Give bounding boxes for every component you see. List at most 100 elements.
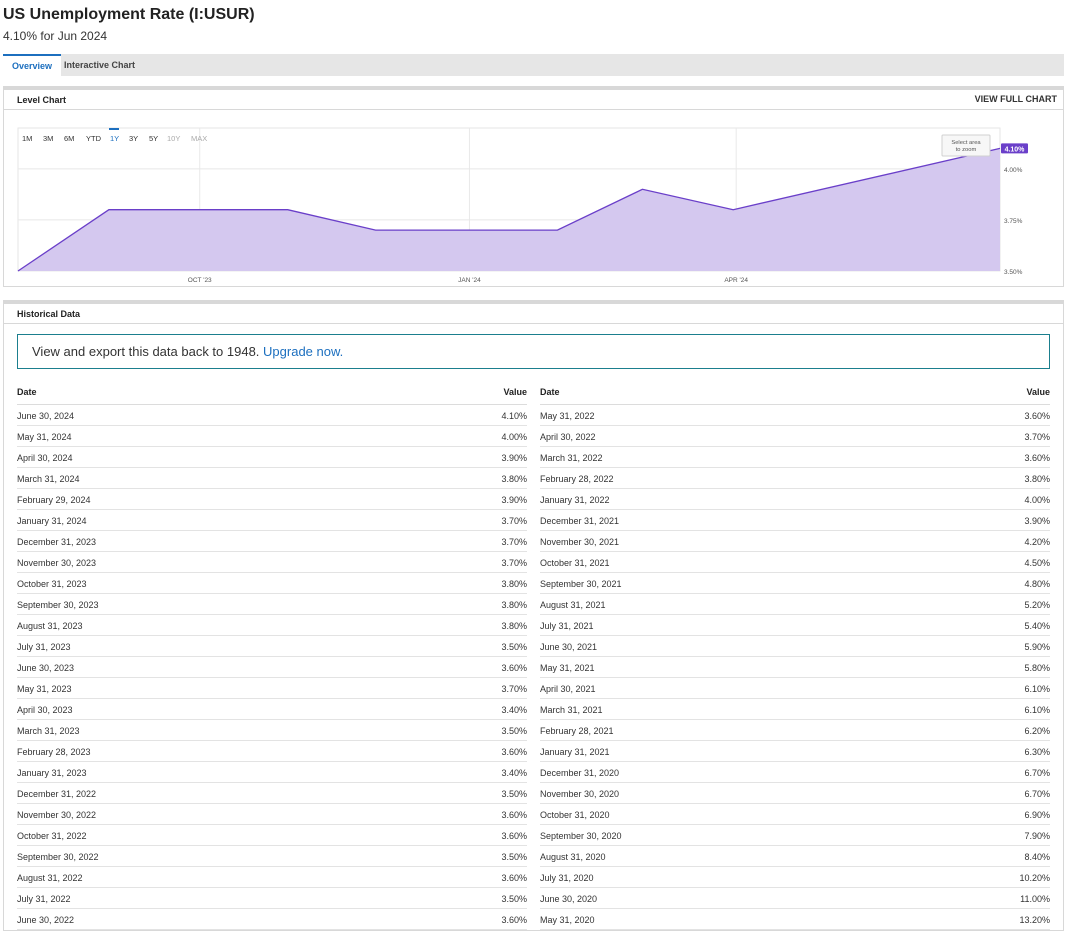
level-chart-header: Level Chart VIEW FULL CHART <box>4 90 1063 110</box>
table-row: November 30, 2023 3.70% <box>17 552 527 573</box>
value-column-header: Value <box>1026 387 1050 397</box>
tab-overview[interactable]: Overview <box>3 54 62 76</box>
row-date: January 31, 2022 <box>540 495 610 505</box>
row-date: April 30, 2021 <box>540 684 596 694</box>
x-tick-label: OCT '23 <box>188 277 212 284</box>
row-value: 3.60% <box>501 831 527 841</box>
level-chart-title: Level Chart <box>17 95 67 105</box>
table-row: October 31, 2023 3.80% <box>17 573 527 594</box>
row-date: December 31, 2022 <box>17 789 97 799</box>
row-value: 4.10% <box>501 411 527 421</box>
upgrade-link[interactable]: Upgrade now. <box>263 344 343 359</box>
level-chart-panel: Level Chart VIEW FULL CHART 3.50% 3.75% 4.… <box>3 86 1064 287</box>
row-value: 3.70% <box>501 684 527 694</box>
row-value: 3.80% <box>501 600 527 610</box>
range-button-1y[interactable]: 1Y <box>110 134 119 143</box>
x-tick-label: JAN '24 <box>458 277 481 284</box>
table-row: June 30, 2023 3.60% <box>17 657 527 678</box>
table-row: February 29, 2024 3.90% <box>17 489 527 510</box>
row-date: December 31, 2020 <box>540 768 620 778</box>
row-value: 3.70% <box>501 516 527 526</box>
row-value: 3.90% <box>1024 516 1050 526</box>
range-button-5y[interactable]: 5Y <box>149 134 158 143</box>
range-button-ytd[interactable]: YTD <box>86 134 102 143</box>
table-row: April 30, 2024 3.90% <box>17 447 527 468</box>
table-row: November 30, 2021 4.20% <box>540 531 1050 552</box>
row-value: 6.10% <box>1024 705 1050 715</box>
table-row: January 31, 2023 3.40% <box>17 762 527 783</box>
row-value: 5.90% <box>1024 642 1050 652</box>
row-value: 3.80% <box>501 579 527 589</box>
y-tick-label: 3.75% <box>1004 218 1023 225</box>
row-date: February 28, 2023 <box>17 747 91 757</box>
row-date: November 30, 2023 <box>17 558 97 568</box>
tab-interactive-chart[interactable]: Interactive Chart <box>55 54 144 76</box>
row-value: 3.60% <box>501 810 527 820</box>
history-table-right: Date Value May 31, 2022 3.60% April 30, 20… <box>540 379 1050 930</box>
row-value: 6.10% <box>1024 684 1050 694</box>
row-date: September 30, 2023 <box>17 600 99 610</box>
row-value: 3.50% <box>501 852 527 862</box>
level-chart[interactable]: 3.50% 3.75% 4.00% OCT '23 JAN '24 APR '24 4.10… <box>4 110 1063 287</box>
row-date: January 31, 2021 <box>540 747 610 757</box>
table-row: October 31, 2020 6.90% <box>540 804 1050 825</box>
zoom-hint-text: Select area <box>951 140 981 146</box>
row-value: 3.90% <box>501 495 527 505</box>
table-header: Date Value <box>17 379 527 405</box>
row-date: February 28, 2022 <box>540 474 614 484</box>
zoom-hint-text: to zoom <box>956 147 977 153</box>
table-row: September 30, 2022 3.50% <box>17 846 527 867</box>
table-row: January 31, 2022 4.00% <box>540 489 1050 510</box>
row-date: June 30, 2022 <box>17 915 75 925</box>
row-value: 3.50% <box>501 789 527 799</box>
table-row: July 31, 2023 3.50% <box>17 636 527 657</box>
row-date: July 31, 2020 <box>540 873 594 883</box>
range-button-6m[interactable]: 6M <box>64 134 74 143</box>
table-row: March 31, 2022 3.60% <box>540 447 1050 468</box>
row-value: 10.20% <box>1019 873 1050 883</box>
row-value: 3.60% <box>501 663 527 673</box>
table-row: September 30, 2023 3.80% <box>17 594 527 615</box>
view-full-chart-link[interactable]: VIEW FULL CHART <box>975 94 1057 104</box>
row-date: May 31, 2021 <box>540 663 595 673</box>
row-date: February 28, 2021 <box>540 726 614 736</box>
row-value: 6.20% <box>1024 726 1050 736</box>
row-value: 3.50% <box>501 726 527 736</box>
row-date: August 31, 2022 <box>17 873 83 883</box>
table-row: August 31, 2021 5.20% <box>540 594 1050 615</box>
range-button-3m[interactable]: 3M <box>43 134 53 143</box>
table-row: May 31, 2022 3.60% <box>540 405 1050 426</box>
row-date: April 30, 2023 <box>17 705 73 715</box>
row-value: 6.70% <box>1024 789 1050 799</box>
row-date: April 30, 2024 <box>17 453 73 463</box>
y-tick-label: 3.50% <box>1004 269 1023 276</box>
historical-data-header: Historical Data <box>4 304 1063 324</box>
table-row: January 31, 2024 3.70% <box>17 510 527 531</box>
row-value: 3.70% <box>1024 432 1050 442</box>
row-value: 5.40% <box>1024 621 1050 631</box>
row-value: 3.90% <box>501 453 527 463</box>
table-row: September 30, 2020 7.90% <box>540 825 1050 846</box>
table-row: December 31, 2022 3.50% <box>17 783 527 804</box>
row-date: July 31, 2023 <box>17 642 71 652</box>
row-date: July 31, 2022 <box>17 894 71 904</box>
row-date: November 30, 2020 <box>540 789 620 799</box>
row-date: March 31, 2024 <box>17 474 80 484</box>
range-button-1m[interactable]: 1M <box>22 134 32 143</box>
row-value: 4.00% <box>501 432 527 442</box>
range-button-3y[interactable]: 3Y <box>129 134 138 143</box>
row-date: December 31, 2021 <box>540 516 620 526</box>
y-tick-label: 4.00% <box>1004 167 1023 174</box>
upgrade-text: View and export this data back to 1948. <box>32 344 260 359</box>
table-row: March 31, 2023 3.50% <box>17 720 527 741</box>
date-column-header: Date <box>540 387 560 397</box>
row-value: 3.60% <box>1024 453 1050 463</box>
row-date: June 30, 2024 <box>17 411 75 421</box>
table-row: February 28, 2023 3.60% <box>17 741 527 762</box>
row-date: October 31, 2020 <box>540 810 610 820</box>
row-date: August 31, 2021 <box>540 600 606 610</box>
row-value: 3.80% <box>501 474 527 484</box>
row-date: May 31, 2020 <box>540 915 595 925</box>
row-value: 3.70% <box>501 537 527 547</box>
row-date: April 30, 2022 <box>540 432 596 442</box>
